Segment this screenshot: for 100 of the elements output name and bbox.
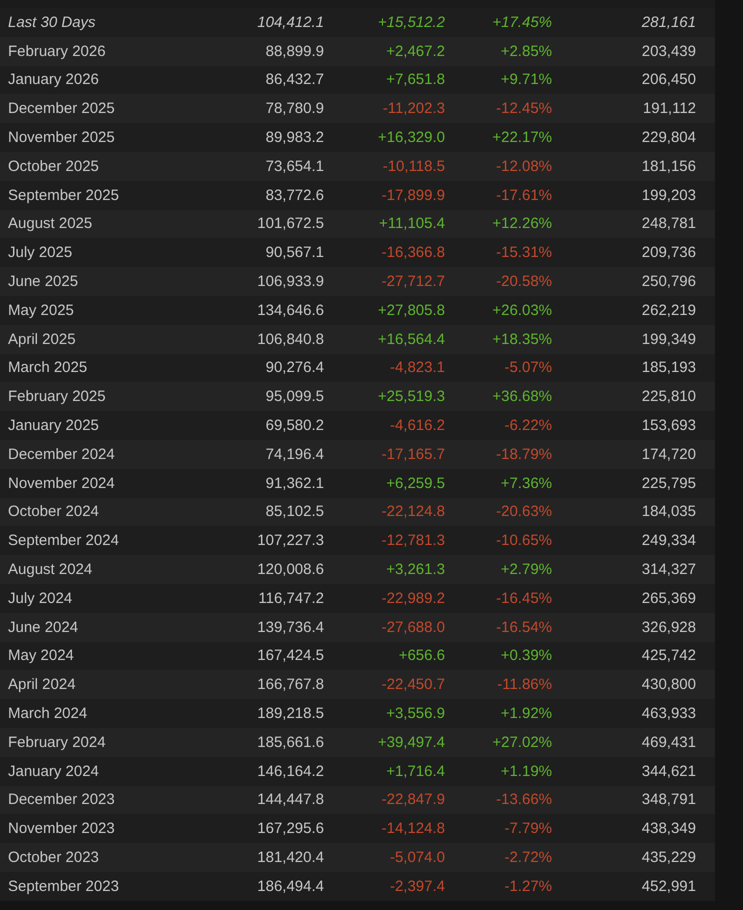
peak-players-cell: 225,810: [642, 388, 696, 406]
month-cell-text: August 2024: [7, 561, 92, 578]
avg-players-cell: 78,780.9: [266, 100, 324, 118]
gain-cell: +16,329.0: [378, 129, 445, 146]
peak-players-cell: 348,791: [642, 791, 696, 808]
month-cell-text: June 2025: [7, 273, 78, 290]
percent-gain-cell: -6.22%: [504, 417, 552, 434]
avg-players-cell: 74,196.4: [266, 446, 324, 463]
gain-cell: -16,366.8: [382, 244, 445, 262]
month-cell-text: November 2023: [7, 820, 115, 838]
avg-players-cell: 88,899.9: [266, 42, 324, 60]
percent-gain-cell: -1.27%: [504, 878, 552, 895]
peak-players-cell: 326,928: [642, 618, 696, 636]
peak-players-cell: 191,112: [642, 100, 696, 118]
percent-gain-cell: -10.65%: [496, 532, 552, 550]
month-cell-text: February 2026: [7, 42, 106, 60]
avg-players-cell: 144,447.8: [257, 791, 324, 808]
month-cell-text: October 2024: [7, 503, 99, 520]
month-cell-text: January 2026: [7, 71, 99, 88]
percent-gain-cell: -11.86%: [497, 676, 552, 694]
peak-players-cell: 181,156: [642, 158, 696, 175]
percent-gain-cell: -13.66%: [496, 791, 552, 808]
month-cell-text: November 2024: [7, 474, 115, 492]
avg-players-cell: 186,494.4: [257, 878, 324, 895]
percent-gain-cell: -5.07%: [504, 359, 552, 376]
peak-players-cell: 438,349: [642, 820, 696, 838]
avg-players-cell: 134,646.6: [257, 302, 324, 319]
peak-players-cell: 185,193: [642, 359, 696, 376]
gain-cell: -22,124.8: [382, 503, 445, 520]
avg-players-cell: 166,767.8: [257, 676, 324, 694]
avg-players-cell: 86,432.7: [266, 71, 324, 88]
percent-gain-cell: +17.45%: [492, 14, 552, 31]
peak-players-cell: 249,334: [642, 532, 696, 550]
percent-gain-cell: -7.79%: [504, 820, 552, 838]
percent-gain-cell: -12.45%: [496, 100, 552, 118]
peak-players-cell: 229,804: [642, 129, 696, 146]
avg-players-cell: 106,933.9: [257, 273, 324, 290]
avg-players-cell: 73,654.1: [266, 158, 324, 175]
avg-players-cell: 90,567.1: [266, 244, 324, 262]
gain-cell: +25,519.3: [378, 388, 445, 406]
gain-cell: -10,118.5: [382, 158, 445, 175]
avg-players-cell: 69,580.2: [266, 417, 324, 434]
gain-cell: +27,805.8: [378, 302, 445, 319]
avg-players-cell: 189,218.5: [257, 705, 324, 722]
gain-cell: -5,074.0: [390, 849, 445, 866]
month-cell-text: September 2023: [7, 878, 119, 895]
month-cell-text: December 2023: [7, 791, 115, 808]
peak-players-cell: 248,781: [642, 215, 696, 232]
avg-players-cell: 89,983.2: [266, 129, 324, 146]
peak-players-cell: 199,349: [642, 330, 696, 348]
peak-players-cell: 435,229: [642, 849, 696, 866]
peak-players-cell: 209,736: [642, 244, 696, 262]
gain-cell: +7,651.8: [386, 71, 445, 88]
month-cell-text: February 2025: [7, 388, 106, 406]
peak-players-cell: 452,991: [642, 878, 696, 895]
month-cell-text: December 2025: [7, 100, 115, 118]
avg-players-cell: 85,102.5: [266, 503, 324, 520]
peak-players-cell: 463,933: [642, 705, 696, 722]
month-cell-text: July 2024: [7, 590, 72, 607]
month-cell-text: November 2025: [7, 129, 115, 146]
peak-players-cell: 199,203: [642, 186, 696, 204]
month-cell-text: July 2025: [7, 244, 72, 262]
percent-gain-cell: +1.92%: [500, 705, 552, 722]
percent-gain-cell: +2.85%: [500, 42, 552, 60]
month-cell-text: March 2024: [7, 705, 88, 722]
gain-cell: -17,899.9: [382, 186, 445, 204]
percent-gain-cell: -17.61%: [496, 186, 552, 204]
month-cell-text: April 2024: [7, 676, 76, 694]
avg-players-cell: 104,412.1: [257, 14, 324, 31]
peak-players-cell: 262,219: [642, 302, 696, 319]
gain-cell: -4,823.1: [390, 359, 445, 376]
gain-cell: +6,259.5: [386, 474, 445, 492]
gain-cell: -22,450.7: [382, 676, 445, 694]
avg-players-cell: 106,840.8: [257, 330, 324, 348]
month-cell-text: May 2025: [7, 302, 74, 319]
percent-gain-cell: +9.71%: [500, 71, 552, 88]
gain-cell: -11,202.3: [382, 100, 445, 118]
month-cell-text: Last 30 Days: [7, 14, 96, 31]
month-cell-text: September 2025: [7, 186, 119, 204]
gain-cell: +656.6: [398, 647, 445, 664]
percent-gain-cell: +0.39%: [500, 647, 552, 664]
percent-gain-cell: +36.68%: [492, 388, 552, 406]
gain-cell: +3,261.3: [386, 561, 445, 578]
gain-cell: -12,781.3: [382, 532, 445, 550]
month-cell-text: January 2025: [7, 417, 99, 434]
month-cell-text: January 2024: [7, 762, 99, 780]
percent-gain-cell: -18.79%: [496, 446, 552, 463]
percent-gain-cell: -12.08%: [496, 158, 552, 175]
percent-gain-cell: +1.19%: [500, 762, 552, 780]
percent-gain-cell: +2.79%: [500, 561, 552, 578]
month-cell-text: September 2024: [7, 532, 119, 550]
gain-cell: +1,716.4: [386, 762, 445, 780]
avg-players-cell: 83,772.6: [266, 186, 324, 204]
gain-cell: -4,616.2: [390, 417, 445, 434]
percent-gain-cell: +7.36%: [500, 474, 552, 492]
percent-gain-cell: -2.72%: [504, 849, 552, 866]
avg-players-cell: 185,661.6: [257, 734, 324, 751]
peak-players-cell: 206,450: [642, 71, 696, 88]
peak-players-cell: 265,369: [642, 590, 696, 607]
gain-cell: +2,467.2: [386, 42, 445, 60]
